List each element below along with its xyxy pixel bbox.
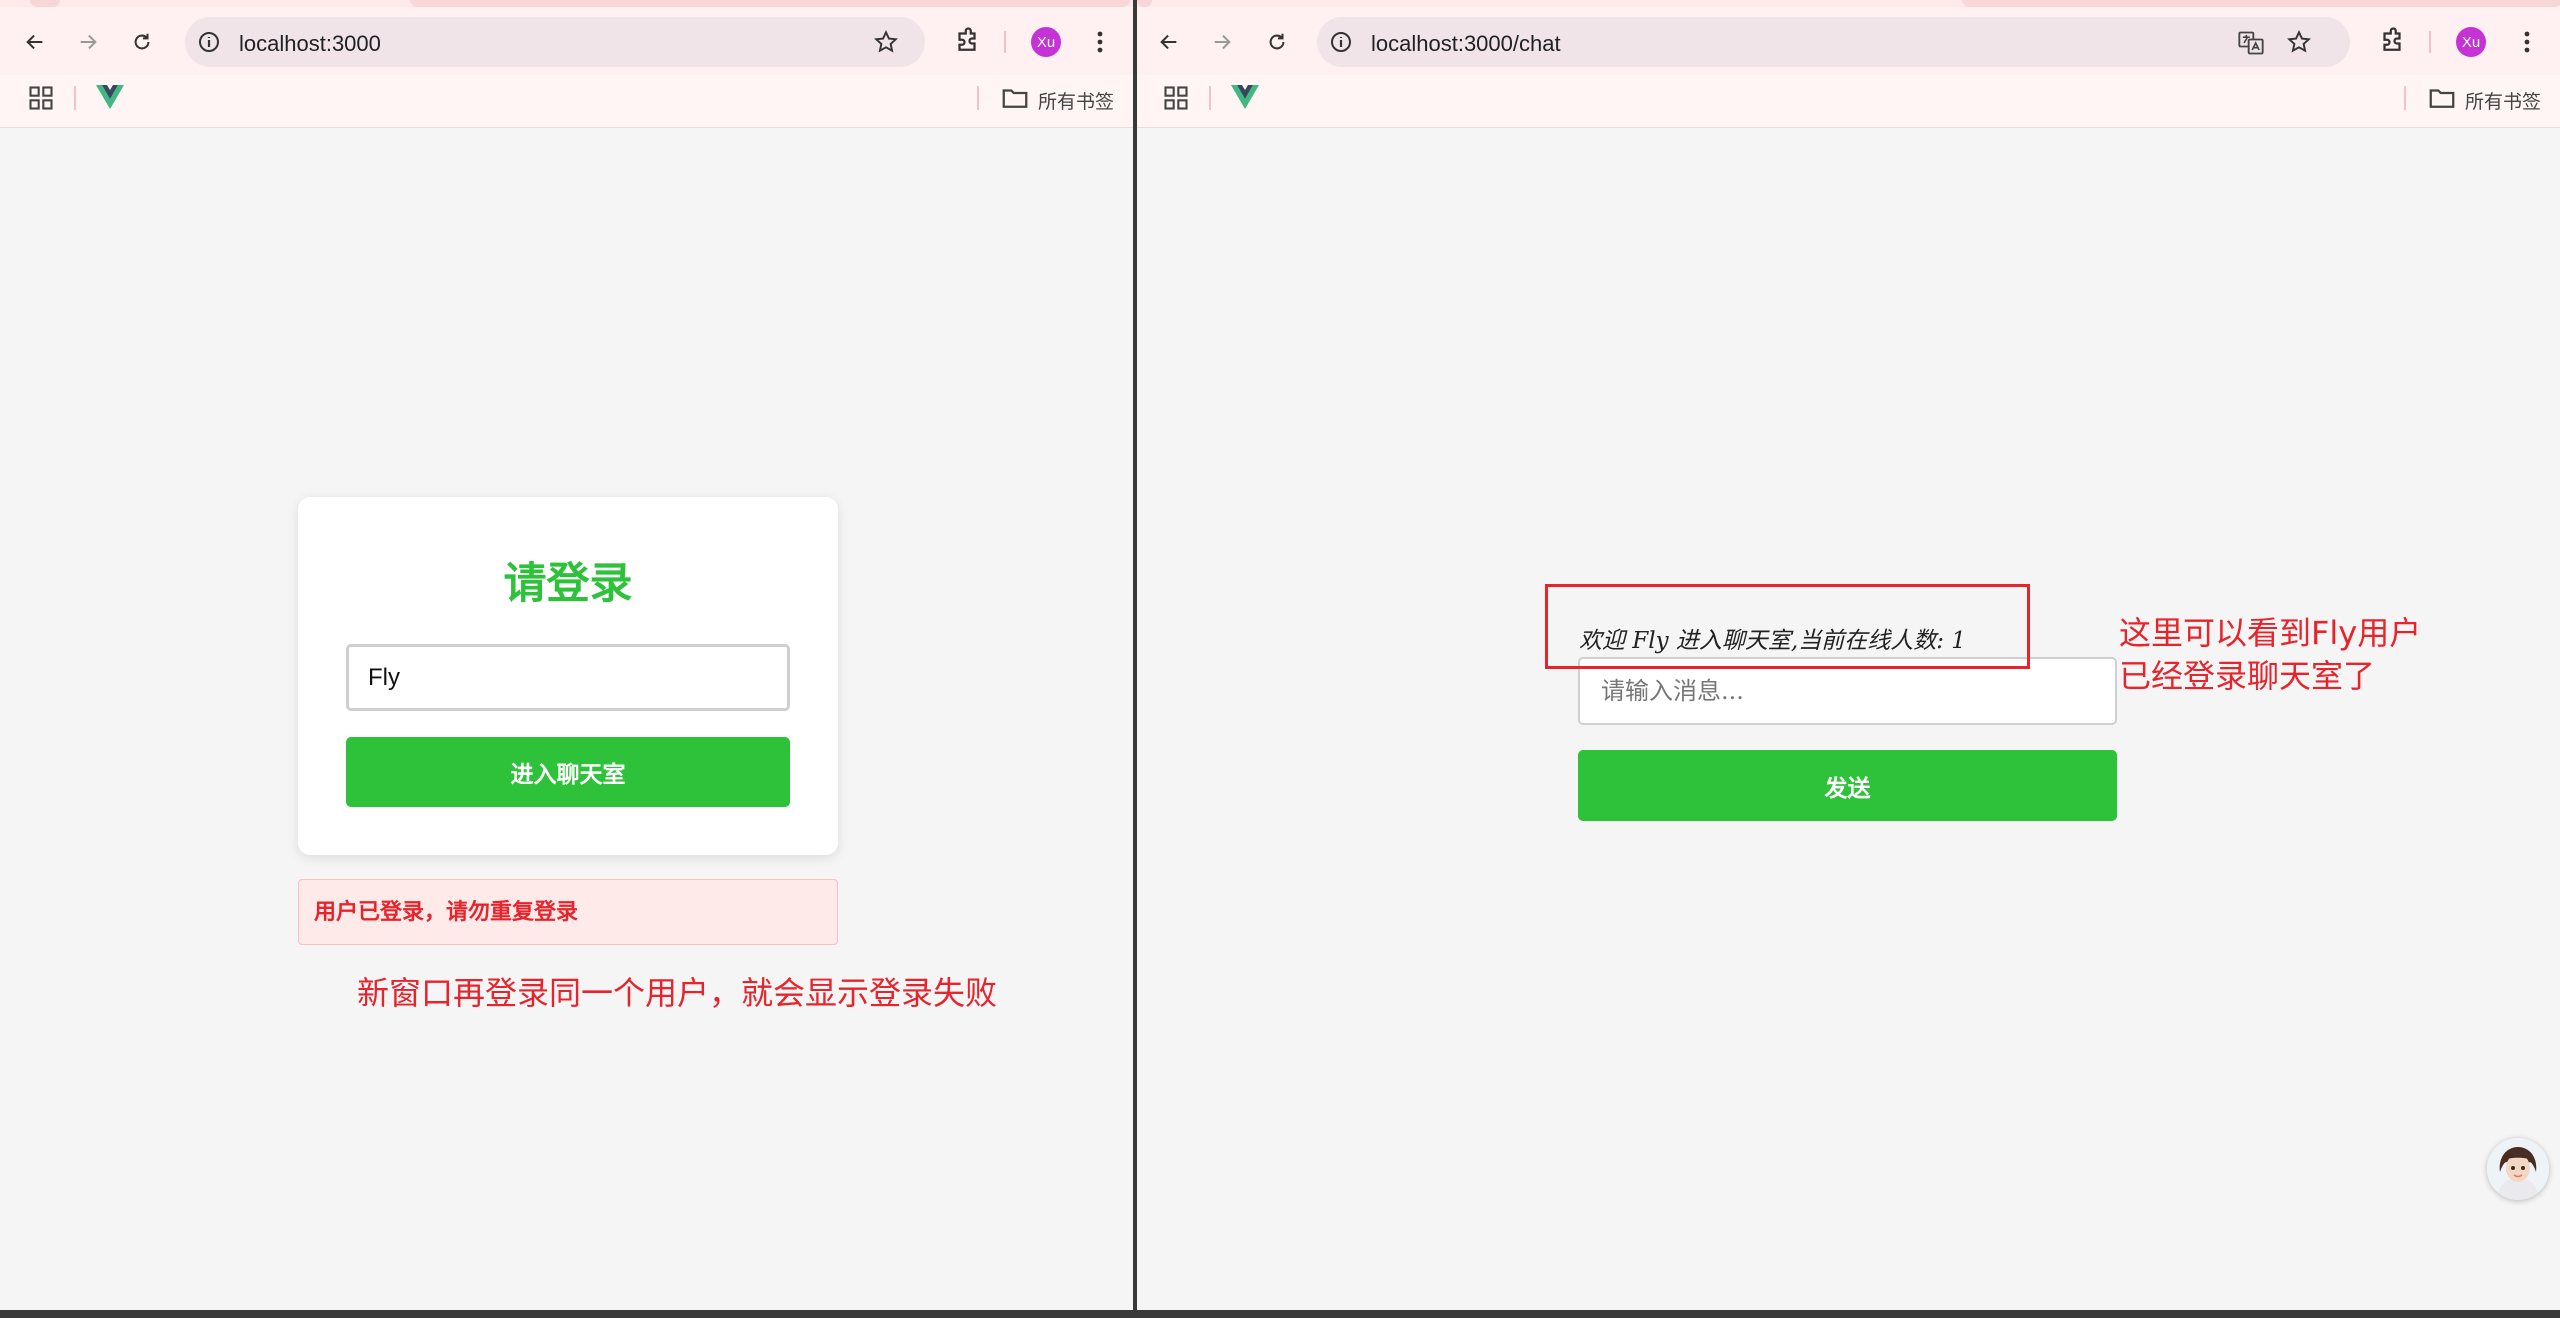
bookmark-separator — [74, 86, 76, 110]
toolbar: localhost:3000/chat Xu — [1137, 7, 2560, 75]
back-button[interactable] — [20, 27, 50, 57]
info-icon[interactable] — [197, 30, 221, 54]
annotation-highlight-box — [1545, 584, 2030, 669]
address-bar[interactable]: localhost:3000 — [185, 17, 925, 67]
vue-logo-icon[interactable] — [1231, 84, 1259, 110]
forward-arrow-icon — [80, 34, 97, 50]
toolbar-separator — [1004, 31, 1006, 53]
tab-strip — [0, 0, 1133, 7]
reload-icon — [1269, 33, 1285, 50]
apps-grid-icon[interactable] — [1162, 84, 1190, 112]
browser-window-left: localhost:3000 Xu 所有书签 请登录 Fly 进入聊天室 用户已… — [0, 0, 1133, 1310]
tab-edge[interactable] — [30, 0, 60, 7]
address-bar[interactable]: localhost:3000/chat — [1317, 17, 2350, 67]
url-text[interactable]: localhost:3000 — [239, 31, 381, 57]
bookmark-separator — [2404, 86, 2406, 110]
url-text[interactable]: localhost:3000/chat — [1371, 31, 1561, 57]
send-button[interactable]: 发送 — [1578, 750, 2117, 821]
tab-strip — [1137, 0, 2560, 7]
apps-grid-icon[interactable] — [27, 84, 55, 112]
username-input[interactable]: Fly — [346, 644, 790, 711]
bookmarks-bar — [0, 75, 1133, 128]
tab-edge[interactable] — [1137, 0, 1152, 7]
profile-avatar[interactable]: Xu — [1031, 27, 1061, 57]
toolbar-separator — [2429, 31, 2431, 53]
tab-active[interactable] — [1962, 0, 2560, 7]
annotation-right: 这里可以看到Fly用户 已经登录聊天室了 — [2119, 612, 2421, 698]
menu-dots-icon[interactable] — [2517, 26, 2537, 58]
bookmark-separator — [1209, 86, 1211, 110]
login-title: 请登录 — [503, 559, 633, 609]
all-bookmarks-label[interactable]: 所有书签 — [1038, 87, 1114, 114]
annotation-right-line1: 这里可以看到Fly用户 — [2119, 614, 2422, 652]
menu-dots-icon[interactable] — [1090, 26, 1110, 58]
forward-arrow-icon — [1214, 34, 1231, 50]
translate-icon[interactable] — [2237, 29, 2265, 57]
forward-button[interactable] — [1207, 27, 1237, 57]
forward-button[interactable] — [73, 27, 103, 57]
folder-icon[interactable] — [1000, 83, 1030, 113]
bookmarks-bar — [1137, 75, 2560, 128]
profile-avatar[interactable]: Xu — [2456, 27, 2486, 57]
annotation-left: 新窗口再登录同一个用户，就会显示登录失败 — [357, 974, 998, 1012]
error-message: 用户已登录，请勿重复登录 — [298, 879, 838, 945]
extensions-icon[interactable] — [2377, 26, 2407, 56]
browser-window-right: localhost:3000/chat Xu 所有书签 欢迎 Fly 进入聊天室… — [1137, 0, 2560, 1310]
bookmark-separator — [977, 86, 979, 110]
folder-icon[interactable] — [2427, 83, 2457, 113]
toolbar: localhost:3000 Xu — [0, 7, 1133, 75]
login-card: 请登录 Fly 进入聊天室 — [298, 497, 838, 855]
vue-logo-icon[interactable] — [96, 84, 124, 110]
back-arrow-icon — [26, 34, 43, 50]
reload-icon — [134, 33, 150, 50]
star-icon[interactable] — [873, 29, 899, 55]
taskbar-strip — [0, 1310, 2560, 1318]
enter-chatroom-button[interactable]: 进入聊天室 — [346, 737, 790, 807]
reload-button[interactable] — [1262, 27, 1292, 57]
all-bookmarks-label[interactable]: 所有书签 — [2465, 87, 2541, 114]
annotation-right-line2: 已经登录聊天室了 — [2119, 657, 2376, 695]
tab-active[interactable] — [410, 0, 1130, 7]
extensions-icon[interactable] — [952, 26, 982, 56]
info-icon[interactable] — [1329, 30, 1353, 54]
reload-button[interactable] — [127, 27, 157, 57]
back-arrow-icon — [1160, 34, 1177, 50]
star-icon[interactable] — [2286, 29, 2312, 55]
assistant-avatar-icon[interactable] — [2487, 1138, 2549, 1200]
back-button[interactable] — [1154, 27, 1184, 57]
